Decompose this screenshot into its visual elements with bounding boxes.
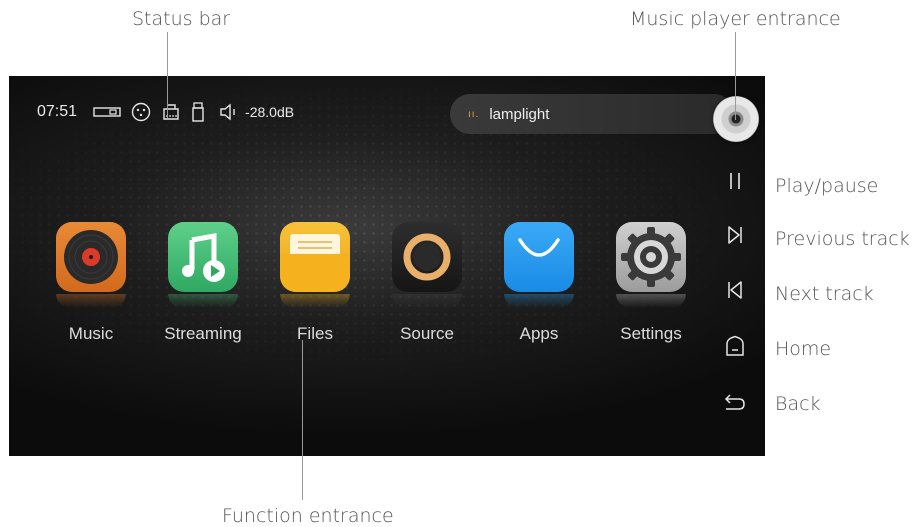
ring-icon: [392, 222, 462, 292]
callout-next-track: Next track: [775, 283, 874, 305]
back-icon: [722, 391, 748, 416]
optical-input-icon: [93, 105, 121, 119]
usb-icon: [191, 102, 205, 122]
app-apps[interactable]: Apps: [483, 222, 595, 344]
app-label: Streaming: [164, 324, 242, 343]
icon-reflection: [616, 294, 686, 308]
app-streaming[interactable]: Streaming: [147, 222, 259, 344]
play-pause-button[interactable]: [720, 168, 750, 198]
icon-reflection: [280, 294, 350, 308]
app-files[interactable]: Files: [259, 222, 371, 344]
callout-function-entrance: Function entrance: [222, 505, 394, 527]
status-time: 07:51: [37, 103, 78, 120]
now-playing-title: lamplight: [489, 105, 550, 123]
leader-line-status-bar: [167, 32, 168, 118]
leader-line-function-entrance: [302, 340, 303, 500]
volume-icon: [219, 103, 241, 121]
network-icon: [161, 103, 181, 121]
icon-reflection: [504, 294, 574, 308]
back-button[interactable]: [720, 388, 750, 418]
next-track-icon: [726, 225, 744, 250]
app-label: Settings: [620, 324, 682, 343]
home-icon: [724, 335, 746, 362]
now-playing-bar[interactable]: ıı. lamplight: [450, 94, 734, 134]
icon-reflection: [392, 294, 462, 308]
previous-track-button[interactable]: [720, 222, 750, 252]
callout-play-pause: Play/pause: [775, 175, 879, 197]
app-label: Apps: [519, 324, 559, 343]
gear-icon: [616, 222, 686, 292]
app-source[interactable]: Source: [371, 222, 483, 344]
icon-reflection: [56, 294, 126, 308]
home-button[interactable]: [720, 333, 750, 363]
app-grid: Music Streaming Files Source Apps Settin…: [35, 222, 707, 344]
callout-music-player-entrance: Music player entrance: [630, 8, 841, 30]
vinyl-record-icon: [56, 222, 126, 292]
app-label: Music: [68, 324, 114, 343]
device-screen: 07:51 -28.0dB ıı. lamplight Music Stream…: [9, 76, 765, 456]
pause-icon: [727, 171, 743, 196]
equalizer-icon: ıı.: [468, 108, 480, 120]
callout-home: Home: [775, 338, 832, 360]
callout-status-bar: Status bar: [132, 8, 231, 30]
callout-back: Back: [775, 393, 821, 415]
folder-icon: [280, 222, 350, 292]
xlr-input-icon: [131, 102, 151, 122]
previous-track-icon: [726, 280, 744, 305]
music-note-play-icon: [168, 222, 238, 292]
next-track-button[interactable]: [720, 277, 750, 307]
app-settings[interactable]: Settings: [595, 222, 707, 344]
shopping-bag-icon: [504, 222, 574, 292]
icon-reflection: [168, 294, 238, 308]
status-bar: 07:51 -28.0dB: [37, 100, 294, 124]
music-player-disc-button[interactable]: [713, 96, 759, 142]
callout-previous-track: Previous track: [775, 228, 910, 250]
volume-level: -28.0dB: [245, 104, 295, 120]
leader-line-music-player: [735, 32, 736, 120]
app-label: Source: [400, 324, 454, 343]
app-music[interactable]: Music: [35, 222, 147, 344]
